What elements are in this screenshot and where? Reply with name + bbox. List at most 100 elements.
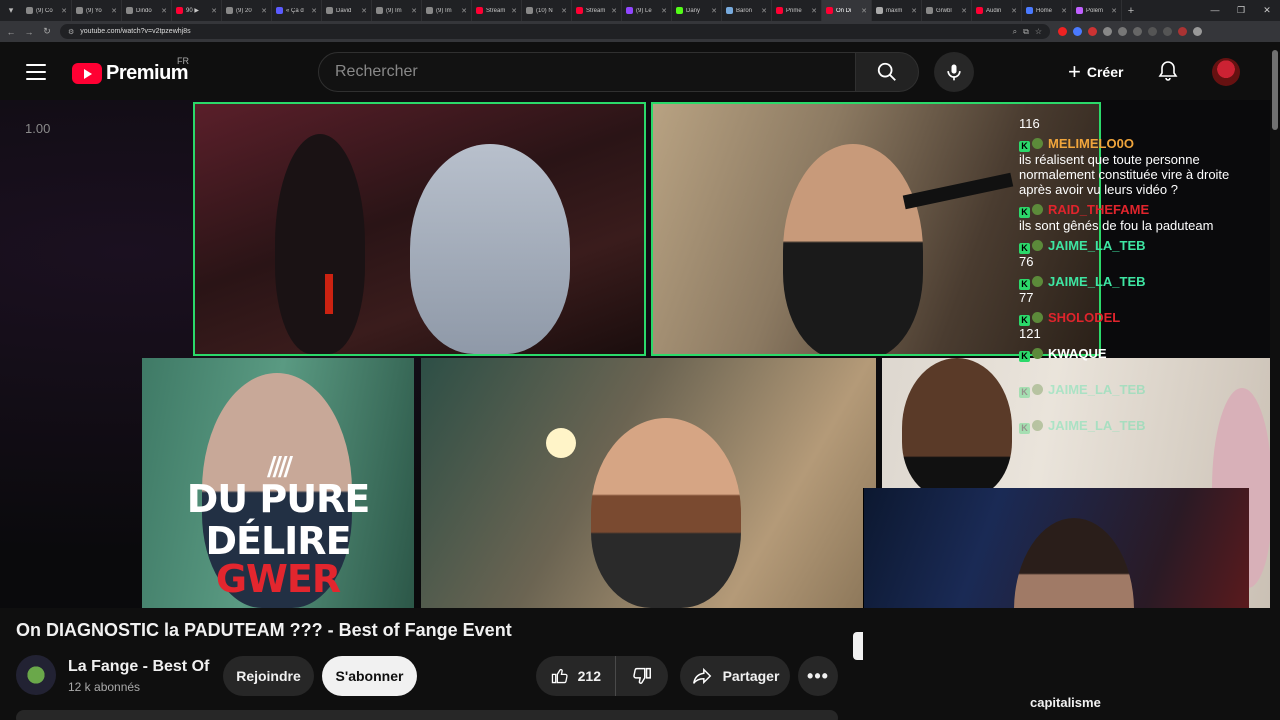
browser-tab[interactable]: (9) 20 ✕: [222, 0, 272, 21]
zoom-icon[interactable]: ⌕: [1013, 27, 1017, 37]
extension-icon[interactable]: [1073, 27, 1082, 36]
share-button[interactable]: Partager: [680, 656, 790, 696]
chat-message: K KWAQUE: [1019, 346, 1259, 362]
reload-icon[interactable]: ↻: [42, 26, 52, 37]
browser-tab[interactable]: maxm ✕: [872, 0, 922, 21]
tab-close-icon[interactable]: ✕: [261, 7, 267, 15]
join-button[interactable]: Rejoindre: [223, 656, 314, 696]
tab-close-icon[interactable]: ✕: [611, 7, 617, 15]
tab-close-icon[interactable]: ✕: [311, 7, 317, 15]
tab-close-icon[interactable]: ✕: [661, 7, 667, 15]
subscribe-button[interactable]: S'abonner: [322, 656, 417, 696]
scrollbar-thumb[interactable]: [1272, 50, 1278, 130]
channel-name[interactable]: La Fange - Best Of: [68, 658, 209, 676]
tab-close-icon[interactable]: ✕: [1011, 7, 1017, 15]
search-input[interactable]: Rechercher: [318, 52, 856, 92]
browser-tab[interactable]: David ✕: [322, 0, 372, 21]
tab-close-icon[interactable]: ✕: [911, 7, 917, 15]
tab-close-icon[interactable]: ✕: [1061, 7, 1067, 15]
search-button[interactable]: [855, 52, 919, 92]
tab-close-icon[interactable]: ✕: [61, 7, 67, 15]
browser-tab[interactable]: Stream ✕: [572, 0, 622, 21]
browser-tab[interactable]: Audin ✕: [972, 0, 1022, 21]
video-player[interactable]: 1.00 //// DU PURE DÉLIRE GWER 116 K MELI…: [0, 100, 1280, 608]
close-icon[interactable]: ✕: [1254, 0, 1280, 21]
dislike-button[interactable]: [616, 665, 668, 687]
browser-tab[interactable]: Grwbl ✕: [922, 0, 972, 21]
more-actions-button[interactable]: •••: [798, 656, 838, 696]
browser-tab[interactable]: (9) Le ✕: [622, 0, 672, 21]
maximize-icon[interactable]: ❐: [1228, 0, 1254, 21]
tab-close-icon[interactable]: ✕: [561, 7, 567, 15]
bookmark-star-icon[interactable]: ☆: [1035, 27, 1042, 36]
tab-close-icon[interactable]: ✕: [461, 7, 467, 15]
extensions-puzzle-icon[interactable]: [1133, 27, 1142, 36]
youtube-premium-logo[interactable]: Premium FR: [72, 56, 189, 85]
tab-favicon-icon: [726, 7, 733, 14]
tab-close-icon[interactable]: ✕: [361, 7, 367, 15]
menu-icon[interactable]: [26, 64, 46, 80]
chrome-menu-icon[interactable]: [1193, 27, 1202, 36]
tab-close-icon[interactable]: ✕: [811, 7, 817, 15]
extension-icon[interactable]: [1088, 27, 1097, 36]
tab-close-icon[interactable]: ✕: [961, 7, 967, 15]
browser-tab[interactable]: (9) Im ✕: [422, 0, 472, 21]
overlay-line-2b: GWER: [215, 557, 341, 601]
browser-tab[interactable]: « Ça d ✕: [272, 0, 322, 21]
voice-search-button[interactable]: [934, 52, 974, 92]
chat-username: JAIME_LA_TEB: [1048, 238, 1146, 253]
browser-tab[interactable]: Prime ✕: [772, 0, 822, 21]
tab-close-icon[interactable]: ✕: [411, 7, 417, 15]
browser-tab[interactable]: On Di ✕: [822, 0, 872, 21]
kick-badge-icon: K: [1019, 423, 1030, 434]
tab-close-icon[interactable]: ✕: [761, 7, 767, 15]
browser-tab[interactable]: (10) N ✕: [522, 0, 572, 21]
like-button[interactable]: 212: [536, 656, 616, 696]
browser-tab[interactable]: (9) Yo ✕: [72, 0, 122, 21]
subscriber-badge-icon: [1032, 138, 1043, 149]
download-icon[interactable]: [1148, 27, 1157, 36]
profile-icon[interactable]: [1178, 27, 1187, 36]
browser-tab[interactable]: Baron ✕: [722, 0, 772, 21]
install-icon[interactable]: ⧉: [1023, 27, 1029, 37]
browser-tab[interactable]: 90 ▶ ✕: [172, 0, 222, 21]
browser-tab[interactable]: Home ✕: [1022, 0, 1072, 21]
tab-search-icon[interactable]: ▾: [0, 0, 22, 21]
tab-label: Baron: [736, 7, 753, 14]
browser-tab[interactable]: Dindo ✕: [122, 0, 172, 21]
forward-icon[interactable]: →: [24, 27, 34, 37]
extension-icon[interactable]: [1118, 27, 1127, 36]
tab-favicon-icon: [376, 7, 383, 14]
channel-avatar[interactable]: [16, 655, 56, 695]
tab-close-icon[interactable]: ✕: [111, 7, 117, 15]
account-avatar[interactable]: [1212, 58, 1240, 86]
browser-tab[interactable]: (9) Co ✕: [22, 0, 72, 21]
tab-close-icon[interactable]: ✕: [711, 7, 717, 15]
subscriber-badge-icon: [1032, 276, 1043, 287]
tab-favicon-icon: [76, 7, 83, 14]
notifications-bell-icon[interactable]: [1156, 59, 1180, 83]
tab-label: (10) N: [536, 7, 553, 14]
page-scrollbar[interactable]: [1270, 42, 1280, 720]
browser-tab[interactable]: Polém ✕: [1072, 0, 1122, 21]
tab-close-icon[interactable]: ✕: [861, 7, 867, 15]
browser-tab[interactable]: (9) Im ✕: [372, 0, 422, 21]
webcam-feed-guest-woman: [421, 358, 876, 608]
url-field[interactable]: ⚙ youtube.com/watch?v=v2tpzewhj8s ⌕ ⧉ ☆: [60, 24, 1050, 39]
tab-close-icon[interactable]: ✕: [1111, 7, 1117, 15]
tab-label: Dany: [686, 7, 701, 14]
browser-tab[interactable]: Stream ✕: [472, 0, 522, 21]
tab-close-icon[interactable]: ✕: [511, 7, 517, 15]
browser-tab[interactable]: Dany ✕: [672, 0, 722, 21]
tab-close-icon[interactable]: ✕: [161, 7, 167, 15]
sidepanel-icon[interactable]: [1163, 27, 1172, 36]
extension-icon[interactable]: [1103, 27, 1112, 36]
site-info-icon[interactable]: ⚙: [68, 28, 74, 36]
tab-close-icon[interactable]: ✕: [211, 7, 217, 15]
description-box[interactable]: [16, 710, 838, 720]
minimize-icon[interactable]: —: [1202, 0, 1228, 21]
back-icon[interactable]: ←: [6, 27, 16, 37]
extension-icon[interactable]: [1058, 27, 1067, 36]
new-tab-button[interactable]: +: [1122, 5, 1140, 17]
create-button[interactable]: + Créer: [1058, 55, 1137, 89]
